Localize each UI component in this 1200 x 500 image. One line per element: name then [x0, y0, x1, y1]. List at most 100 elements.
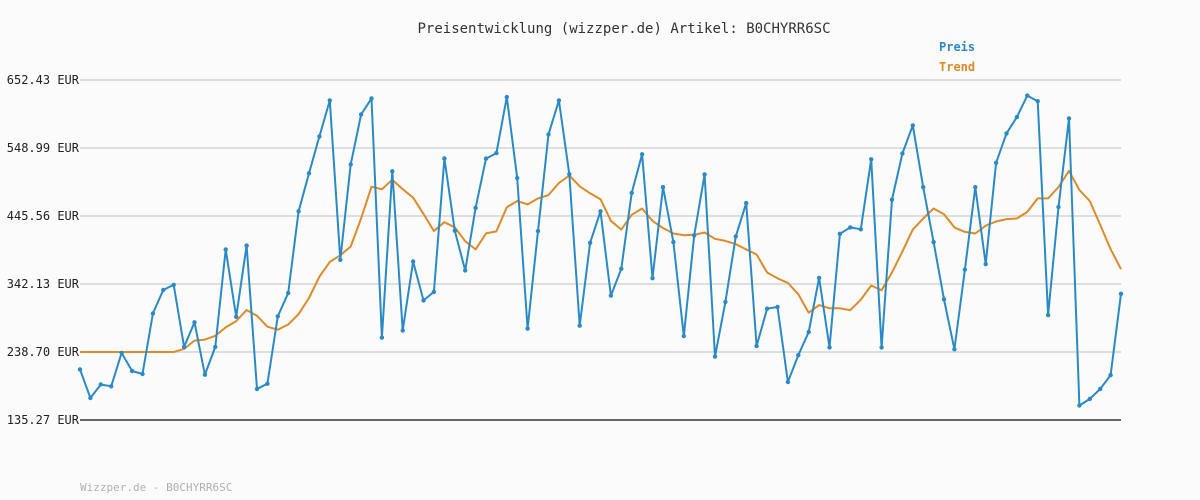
data-point — [504, 94, 509, 100]
data-point — [431, 289, 437, 295]
data-point — [660, 185, 666, 190]
data-point — [900, 151, 905, 156]
data-point — [515, 175, 520, 181]
data-point — [941, 297, 947, 302]
data-point — [754, 343, 759, 349]
data-point — [692, 233, 697, 238]
data-point — [567, 172, 572, 177]
data-point — [1025, 93, 1030, 98]
data-point — [702, 172, 707, 177]
data-point — [421, 298, 426, 303]
data-point — [234, 314, 239, 319]
chart-title: Preisentwicklung (wizzper.de) Artikel: B… — [417, 21, 830, 37]
data-point — [806, 329, 811, 335]
data-point — [1035, 99, 1040, 104]
data-point — [494, 150, 499, 156]
data-point — [275, 314, 280, 319]
data-point — [213, 344, 218, 350]
data-point — [910, 123, 915, 128]
price-chart: Preisentwicklung (wizzper.de) Artikel: B… — [7, 21, 1124, 494]
data-point — [286, 290, 291, 296]
gridlines — [80, 79, 1121, 421]
series-line-preis — [79, 94, 1122, 407]
data-point — [983, 261, 988, 267]
y-tick-label: 652.43 EUR — [7, 73, 80, 87]
data-point — [77, 367, 83, 372]
data-point — [775, 304, 780, 310]
data-point — [338, 257, 343, 262]
data-point — [463, 268, 468, 273]
y-tick-label: 445.56 EUR — [7, 209, 80, 223]
data-point — [119, 350, 124, 356]
data-point — [962, 267, 968, 272]
data-point — [952, 347, 957, 352]
data-point — [1087, 396, 1093, 402]
y-tick-label: 135.27 EUR — [7, 413, 80, 427]
data-point — [973, 185, 978, 190]
plot-area — [77, 93, 1124, 408]
data-point — [650, 276, 655, 281]
data-point — [150, 311, 156, 316]
legend-preis: Preis — [939, 40, 975, 54]
y-tick-label: 342.13 EUR — [7, 277, 80, 291]
data-point — [1014, 114, 1020, 120]
data-point — [254, 386, 260, 392]
y-tick-label: 238.70 EUR — [7, 345, 80, 359]
data-point — [129, 368, 135, 374]
data-point — [546, 132, 551, 137]
data-point — [1118, 291, 1124, 296]
data-point — [993, 160, 999, 165]
data-point — [1108, 372, 1113, 378]
data-point — [889, 197, 895, 202]
data-point — [598, 209, 603, 214]
data-point — [785, 379, 791, 385]
data-point — [327, 98, 332, 103]
data-point — [390, 169, 395, 174]
data-point — [629, 190, 634, 196]
y-tick-label: 548.99 EUR — [7, 141, 80, 155]
footer-credit: Wizzper.de - B0CHYRR6SC — [80, 481, 232, 494]
data-point — [796, 353, 801, 358]
data-point — [473, 205, 478, 210]
data-point — [671, 239, 676, 245]
data-point — [869, 157, 874, 162]
series-line-trend — [80, 169, 1122, 353]
data-point — [161, 287, 166, 293]
data-point — [181, 344, 187, 350]
data-point — [223, 247, 228, 252]
data-point — [681, 333, 686, 339]
data-point — [816, 275, 822, 281]
data-point — [1066, 116, 1072, 121]
data-point — [712, 354, 718, 359]
data-point — [733, 234, 738, 239]
data-point — [837, 231, 843, 236]
data-point — [202, 372, 208, 377]
data-point — [535, 228, 541, 234]
data-point — [192, 320, 197, 325]
data-point — [410, 259, 416, 264]
data-point — [577, 323, 582, 328]
data-point — [827, 345, 832, 350]
legend-trend: Trend — [939, 60, 975, 74]
data-point — [317, 134, 322, 139]
data-point — [140, 371, 145, 377]
data-point — [1077, 403, 1082, 408]
data-point — [296, 209, 301, 214]
y-axis: 135.27 EUR 238.70 EUR 342.13 EUR 445.56 EUR… — [7, 73, 80, 427]
data-point — [1056, 204, 1061, 210]
data-point — [171, 282, 176, 288]
data-point — [879, 345, 884, 350]
data-point — [109, 384, 114, 389]
data-point — [556, 98, 562, 103]
chart-legend: Preis Trend — [939, 40, 975, 74]
data-point — [379, 335, 385, 340]
data-point — [400, 328, 405, 333]
data-point — [619, 266, 624, 271]
data-point — [744, 200, 749, 206]
data-point — [764, 306, 770, 311]
data-point — [921, 185, 926, 190]
data-point — [369, 96, 374, 101]
data-point — [442, 156, 447, 161]
data-point — [1045, 312, 1051, 318]
data-point — [483, 156, 489, 161]
